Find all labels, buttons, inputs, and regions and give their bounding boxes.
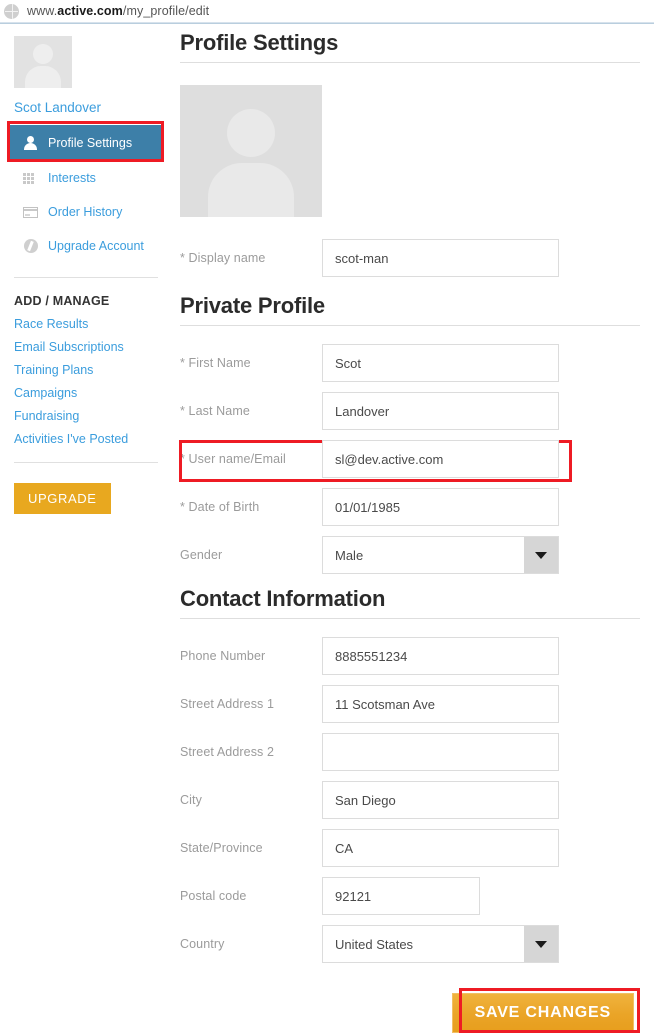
field-label: Street Address 2 [180, 745, 322, 759]
input-wrap [322, 239, 559, 277]
field-city: City [180, 781, 640, 819]
field-label: Country [180, 937, 322, 951]
sidebar-user-name[interactable]: Scot Landover [14, 100, 176, 115]
save-changes-button[interactable]: SAVE CHANGES [452, 993, 634, 1033]
profile-photo[interactable] [180, 85, 322, 217]
field-gender: Gender Male [180, 536, 640, 574]
city-input[interactable] [322, 781, 559, 819]
sidebar-item-interests[interactable]: Interests [14, 161, 176, 195]
browser-url-bar[interactable]: www.active.com/my_profile/edit [0, 0, 654, 22]
first-name-input[interactable] [322, 344, 559, 382]
sidebar-item-label: Order History [48, 205, 122, 219]
date-of-birth-input[interactable] [322, 488, 559, 526]
field-display-name: * Display name [180, 239, 640, 277]
field-first-name: * First Name [180, 344, 640, 382]
input-wrap [322, 488, 559, 526]
globe-icon [4, 4, 19, 19]
street-address-1-input[interactable] [322, 685, 559, 723]
input-wrap [322, 440, 559, 478]
phone-number-input[interactable] [322, 637, 559, 675]
last-name-input[interactable] [322, 392, 559, 430]
sidebar-link-fundraising[interactable]: Fundraising [14, 409, 176, 423]
field-label: State/Province [180, 841, 322, 855]
field-label: Phone Number [180, 649, 322, 663]
sidebar-divider [14, 277, 158, 278]
field-street-address-2: Street Address 2 [180, 733, 640, 771]
field-last-name: * Last Name [180, 392, 640, 430]
gender-select[interactable]: Male [322, 536, 559, 574]
input-wrap [322, 877, 480, 915]
url-prefix: www. [27, 4, 57, 18]
field-postal-code: Postal code [180, 877, 640, 915]
sidebar-item-label: Interests [48, 171, 96, 185]
chevron-down-icon[interactable] [524, 926, 558, 962]
sidebar: Scot Landover Profile Settings Interests… [0, 30, 176, 1033]
credit-card-icon [23, 205, 39, 219]
input-wrap [322, 781, 559, 819]
sidebar-item-upgrade-account[interactable]: Upgrade Account [14, 229, 176, 263]
country-select-value: United States [323, 926, 524, 962]
field-label: Postal code [180, 889, 322, 903]
url-domain: active.com [57, 4, 123, 18]
field-label: * Date of Birth [180, 500, 322, 514]
field-label: City [180, 793, 322, 807]
sidebar-nav: Profile Settings Interests Order History… [14, 125, 176, 263]
grid-icon [23, 171, 39, 185]
avatar-head [227, 109, 275, 157]
upgrade-button[interactable]: UPGRADE [14, 483, 111, 514]
url-text: www.active.com/my_profile/edit [27, 4, 209, 18]
sidebar-link-training-plans[interactable]: Training Plans [14, 363, 176, 377]
country-select[interactable]: United States [322, 925, 559, 963]
sidebar-link-activities-ive-posted[interactable]: Activities I've Posted [14, 432, 176, 446]
sidebar-link-campaigns[interactable]: Campaigns [14, 386, 176, 400]
field-label: * User name/Email [180, 452, 322, 466]
field-label: Gender [180, 548, 322, 562]
state-province-input[interactable] [322, 829, 559, 867]
field-label: * First Name [180, 356, 322, 370]
input-wrap [322, 685, 559, 723]
input-wrap [322, 637, 559, 675]
input-wrap [322, 392, 559, 430]
avatar-body [25, 66, 61, 88]
sidebar-link-email-subscriptions[interactable]: Email Subscriptions [14, 340, 176, 354]
display-name-input[interactable] [322, 239, 559, 277]
input-wrap [322, 344, 559, 382]
sidebar-item-label: Profile Settings [48, 136, 132, 150]
sidebar-section-title: ADD / MANAGE [14, 294, 176, 308]
sidebar-avatar[interactable] [14, 36, 72, 88]
field-street-address-1: Street Address 1 [180, 685, 640, 723]
field-date-of-birth: * Date of Birth [180, 488, 640, 526]
field-label: Street Address 1 [180, 697, 322, 711]
username-email-input[interactable] [322, 440, 559, 478]
sidebar-item-order-history[interactable]: Order History [14, 195, 176, 229]
save-row: SAVE CHANGES [180, 993, 640, 1033]
field-phone-number: Phone Number [180, 637, 640, 675]
sidebar-item-label: Upgrade Account [48, 239, 144, 253]
field-label: * Last Name [180, 404, 322, 418]
postal-code-input[interactable] [322, 877, 480, 915]
sidebar-link-race-results[interactable]: Race Results [14, 317, 176, 331]
street-address-2-input[interactable] [322, 733, 559, 771]
sidebar-divider-bottom [14, 462, 158, 463]
section-title-private-profile: Private Profile [180, 293, 640, 326]
badge-icon [23, 239, 39, 253]
main-content: Profile Settings * Display name Private … [176, 30, 654, 1033]
input-wrap [322, 829, 559, 867]
field-country: Country United States [180, 925, 640, 963]
page-title: Profile Settings [180, 30, 640, 63]
page-body: Scot Landover Profile Settings Interests… [0, 24, 654, 1033]
field-label: * Display name [180, 251, 322, 265]
url-path: /my_profile/edit [123, 4, 209, 18]
input-wrap [322, 733, 559, 771]
avatar-head [33, 44, 53, 64]
chevron-down-icon[interactable] [524, 537, 558, 573]
field-state-province: State/Province [180, 829, 640, 867]
section-title-contact-information: Contact Information [180, 586, 640, 619]
avatar-body [208, 163, 294, 217]
sidebar-item-profile-settings[interactable]: Profile Settings [9, 125, 161, 161]
person-icon [23, 136, 39, 150]
gender-select-value: Male [323, 537, 524, 573]
field-username-email: * User name/Email [180, 440, 640, 478]
